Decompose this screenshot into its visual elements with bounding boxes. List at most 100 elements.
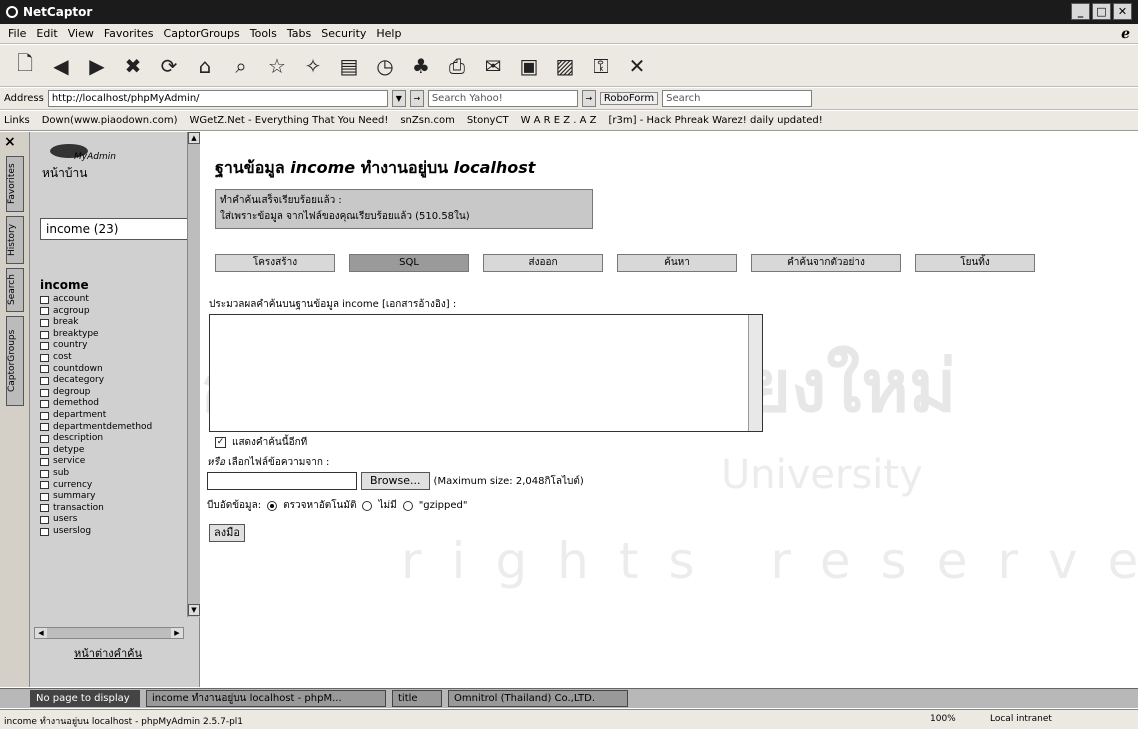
table-item[interactable]: department (40, 410, 190, 422)
tab-drop[interactable]: โยนทิ้ง (915, 254, 1035, 272)
minimize-button[interactable]: _ (1071, 3, 1090, 20)
table-item[interactable]: departmentdemethod (40, 422, 190, 434)
go-icon[interactable]: → (409, 90, 424, 107)
database-heading[interactable]: income (40, 278, 89, 292)
roboform-button[interactable]: RoboForm (599, 92, 659, 105)
link-item[interactable]: StonyCT (467, 115, 509, 126)
table-item[interactable]: users (40, 514, 190, 526)
maximize-button[interactable]: □ (1092, 3, 1111, 20)
stop-icon[interactable]: ✖ (118, 51, 148, 81)
table-item[interactable]: demethod (40, 398, 190, 410)
table-item[interactable]: country (40, 340, 190, 352)
compression-none-radio[interactable] (362, 500, 373, 511)
tab-export[interactable]: ส่งออก (483, 254, 603, 272)
table-item[interactable]: currency (40, 480, 190, 492)
page-tab[interactable]: income ทำงานอยู่บน localhost - phpM... (146, 690, 386, 707)
table-item[interactable]: account (40, 294, 190, 306)
image-icon[interactable]: ▨ (550, 51, 580, 81)
browse-button[interactable]: Browse... (361, 472, 430, 490)
lock-icon[interactable]: ⚿ (586, 51, 616, 81)
table-item[interactable]: cost (40, 352, 190, 364)
left-horizontal-scrollbar[interactable]: ◀ ▶ (34, 627, 184, 639)
table-item[interactable]: break (40, 317, 190, 329)
query-window-link[interactable]: หน้าต่างคำค้น (74, 644, 142, 662)
table-item[interactable]: countdown (40, 364, 190, 376)
table-item[interactable]: sub (40, 468, 190, 480)
menu-captorgroups[interactable]: CaptorGroups (164, 27, 240, 40)
sql-query-textarea[interactable] (209, 314, 763, 432)
menu-edit[interactable]: Edit (36, 27, 57, 40)
left-vertical-scrollbar[interactable]: ▲ ▼ (187, 132, 200, 617)
side-tab-history[interactable]: History (6, 216, 24, 264)
side-tab-favorites[interactable]: Favorites (6, 156, 24, 212)
scroll-right-icon[interactable]: ▶ (171, 628, 183, 638)
table-item[interactable]: decategory (40, 375, 190, 387)
go-button[interactable]: ลงมือ (209, 524, 245, 542)
menu-favorites[interactable]: Favorites (104, 27, 154, 40)
back-icon[interactable]: ◀ (46, 51, 76, 81)
page-tab[interactable]: title (392, 690, 442, 707)
scroll-left-icon[interactable]: ◀ (35, 628, 47, 638)
table-item[interactable]: acgroup (40, 306, 190, 318)
link-item[interactable]: WGetZ.Net - Everything That You Need! (190, 115, 389, 126)
link-item[interactable]: [r3m] - Hack Phreak Warez! daily updated… (609, 115, 823, 126)
tab-search[interactable]: ค้นหา (617, 254, 737, 272)
menu-file[interactable]: File (8, 27, 26, 40)
menu-help[interactable]: Help (376, 27, 401, 40)
close-tab-icon[interactable]: ✕ (622, 51, 652, 81)
file-path-input[interactable] (207, 472, 357, 490)
search-icon[interactable]: ⌕ (226, 51, 256, 81)
page-tab[interactable]: Omnitrol (Thailand) Co.,LTD. (448, 690, 628, 707)
new-page-icon[interactable]: 🗋 (10, 51, 40, 81)
security-icon[interactable]: ♣ (406, 51, 436, 81)
mail-icon[interactable]: ✉ (478, 51, 508, 81)
tab-query-by-example[interactable]: คำค้นจากตัวอย่าง (751, 254, 901, 272)
favorites-icon[interactable]: ☆ (262, 51, 292, 81)
refresh-icon[interactable]: ⟳ (154, 51, 184, 81)
table-item[interactable]: summary (40, 491, 190, 503)
link-item[interactable]: Down(www.piaodown.com) (42, 115, 178, 126)
table-item[interactable]: degroup (40, 387, 190, 399)
page-tab[interactable]: No page to display (30, 690, 140, 707)
tabs-icon[interactable]: ▤ (334, 51, 364, 81)
table-item[interactable]: service (40, 456, 190, 468)
compression-auto-radio[interactable] (267, 500, 278, 511)
links-label: Links (4, 115, 30, 126)
tab-structure[interactable]: โครงสร้าง (215, 254, 335, 272)
table-item[interactable]: userslog (40, 526, 190, 538)
table-item[interactable]: transaction (40, 503, 190, 515)
close-button[interactable]: ✕ (1113, 3, 1132, 20)
roboform-search-input[interactable]: Search (662, 90, 813, 107)
table-item[interactable]: description (40, 433, 190, 445)
link-item[interactable]: snZsn.com (400, 115, 454, 126)
address-dropdown-icon[interactable]: ▼ (391, 90, 406, 107)
page-icon[interactable]: ▣ (514, 51, 544, 81)
zoom-level[interactable]: 100% (930, 714, 956, 724)
menu-view[interactable]: View (68, 27, 94, 40)
history-icon[interactable]: ◷ (370, 51, 400, 81)
add-favorite-icon[interactable]: ✧ (298, 51, 328, 81)
tab-sql[interactable]: SQL (349, 254, 469, 272)
side-tab-captorgroups[interactable]: CaptorGroups (6, 316, 24, 406)
side-tab-search[interactable]: Search (6, 268, 24, 312)
textarea-scrollbar[interactable] (748, 315, 762, 431)
compression-gzip-radio[interactable] (402, 500, 413, 511)
home-icon[interactable]: ⌂ (190, 51, 220, 81)
search-go-icon[interactable]: → (581, 90, 596, 107)
table-item[interactable]: detype (40, 445, 190, 457)
menu-security[interactable]: Security (321, 27, 366, 40)
home-link[interactable]: หน้าบ้าน (42, 164, 87, 183)
address-input[interactable]: http://localhost/phpMyAdmin/ (47, 90, 388, 107)
print-icon[interactable]: ⎙ (442, 51, 472, 81)
scroll-up-icon[interactable]: ▲ (188, 132, 200, 144)
scroll-down-icon[interactable]: ▼ (188, 604, 200, 616)
link-item[interactable]: W A R E Z . A Z (521, 115, 597, 126)
forward-icon[interactable]: ▶ (82, 51, 112, 81)
menu-tabs[interactable]: Tabs (287, 27, 311, 40)
show-query-checkbox[interactable]: ✓ (215, 437, 226, 448)
close-sidebar-icon[interactable]: × (4, 134, 16, 150)
menu-tools[interactable]: Tools (250, 27, 277, 40)
database-select[interactable]: income (23) (40, 218, 190, 240)
yahoo-search-input[interactable]: Search Yahoo! (427, 90, 578, 107)
table-item[interactable]: breaktype (40, 329, 190, 341)
